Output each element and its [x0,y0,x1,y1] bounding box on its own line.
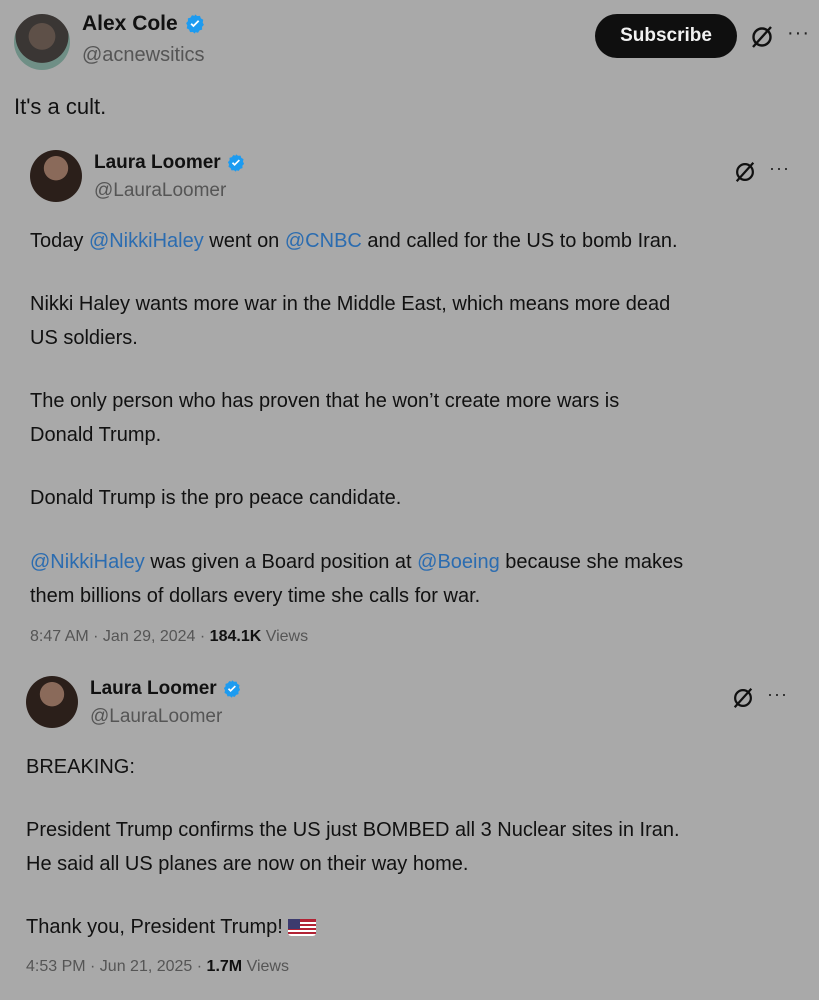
mention-link[interactable]: @Boeing [417,551,500,573]
view-count: 184.1K [209,628,262,645]
tweet-meta: 4:53 PM · Jun 21, 2025 · 1.7M Views [26,958,289,976]
mention-link[interactable]: @NikkiHaley [30,551,145,573]
quote-author-name[interactable]: Laura Loomer [90,678,217,699]
tweet-text: It's a cult. [14,94,107,119]
views-label: Views [242,958,289,975]
text-span: was given a Board position at [144,551,418,573]
quote-avatar[interactable] [30,150,82,202]
view-count: 1.7M [206,958,243,975]
quote-author-handle[interactable]: @LauraLoomer [90,706,222,728]
more-icon[interactable]: ··· [767,684,788,705]
quote-paragraph: @NikkiHaley was given a Board position a… [30,545,683,613]
text-span: Today [30,230,89,252]
mention-link[interactable]: @NikkiHaley [89,230,204,252]
avatar[interactable] [14,14,70,70]
quote-paragraph: Donald Trump is the pro peace candidate. [30,487,402,509]
text-span: and called for the US to bomb Iran. [361,230,678,252]
quote-name-row: Laura Loomer [94,152,246,174]
grok-icon[interactable] [733,160,757,184]
quote-author-handle[interactable]: @LauraLoomer [94,180,226,202]
more-icon[interactable]: ··· [787,22,810,45]
verified-badge-icon [185,14,204,35]
timestamp[interactable]: 4:53 PM · Jun 21, 2025 · [26,958,207,975]
quote-paragraph: The only person who has proven that he w… [30,390,620,446]
verified-badge-icon [223,680,241,698]
quote-paragraph: Today @NikkiHaley went on @CNBC and call… [30,224,678,258]
quote-paragraph: Nikki Haley wants more war in the Middle… [30,293,671,349]
quote-paragraph: President Trump confirms the US just BOM… [26,819,680,875]
author-name-row: Alex Cole [82,12,206,36]
author-name[interactable]: Alex Cole [82,12,178,35]
grok-icon[interactable] [749,24,775,50]
quote-avatar[interactable] [26,676,78,728]
quote-paragraph: BREAKING: [26,756,135,778]
verified-badge-icon [227,154,245,172]
author-handle[interactable]: @acnewsitics [82,44,205,67]
grok-icon[interactable] [731,686,755,710]
views-label: Views [261,628,309,645]
mention-link[interactable]: @CNBC [285,230,362,252]
timestamp[interactable]: 8:47 AM · Jan 29, 2024 · [30,628,210,645]
more-icon[interactable]: ··· [769,158,790,179]
subscribe-button[interactable]: Subscribe [595,14,737,58]
text-span: Thank you, President Trump! [26,916,289,938]
us-flag-icon [288,916,317,936]
text-span: went on [203,230,285,252]
quote-paragraph: Thank you, President Trump! [26,910,317,944]
tweet-meta: 8:47 AM · Jan 29, 2024 · 184.1K Views [30,628,308,646]
quote-author-name[interactable]: Laura Loomer [94,152,221,173]
quote-name-row: Laura Loomer [90,678,242,700]
